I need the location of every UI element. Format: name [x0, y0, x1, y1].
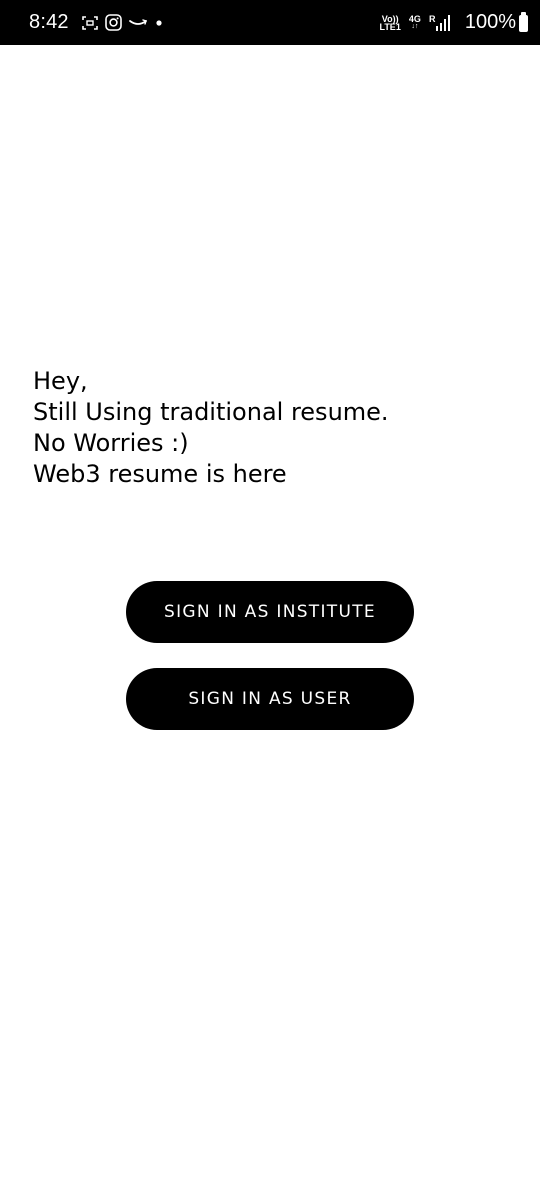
instagram-icon: [104, 14, 122, 31]
greeting-line-4: Web3 resume is here: [33, 460, 287, 488]
network-type-label: 4G: [408, 13, 421, 24]
sign-in-institute-button[interactable]: SIGN IN AS INSTITUTE: [126, 581, 414, 643]
battery-icon: [519, 12, 528, 32]
data-arrows-icon: ↓↑: [411, 22, 419, 30]
volte-indicator: Vo)) LTE1: [379, 14, 401, 32]
screenshot-icon: [81, 15, 99, 31]
greeting-line-3: No Worries :): [33, 429, 189, 457]
greeting-line-1: Hey,: [33, 367, 88, 395]
notification-dot-icon: [154, 18, 164, 28]
battery-percent: 100%: [464, 11, 516, 33]
sign-in-user-button[interactable]: SIGN IN AS USER: [126, 668, 414, 730]
roaming-label: R: [429, 14, 436, 24]
signal-icon: R: [429, 14, 453, 32]
status-time: 8:42: [29, 11, 69, 33]
status-left: 8:42: [29, 11, 170, 34]
greeting-line-2: Still Using traditional resume.: [33, 398, 389, 426]
status-right: Vo)) LTE1 4G ↓↑ R 100%: [379, 11, 528, 34]
network-type-indicator: 4G ↓↑: [408, 13, 421, 31]
status-bar: 8:42 Vo)) LTE1 4G ↓↑ R 100%: [0, 0, 540, 45]
lte-label: LTE1: [379, 21, 401, 32]
greeting-text: Hey, Still Using traditional resume. No …: [33, 366, 389, 490]
amazon-icon: [128, 17, 148, 29]
